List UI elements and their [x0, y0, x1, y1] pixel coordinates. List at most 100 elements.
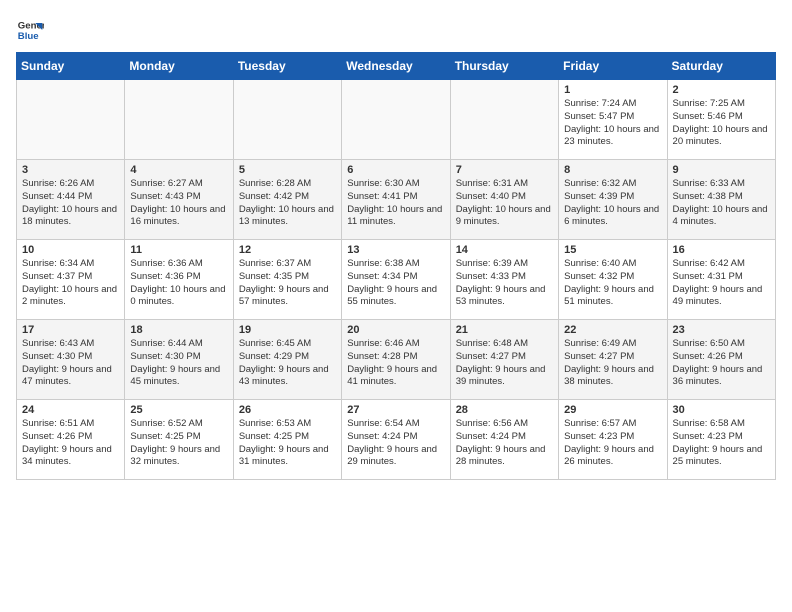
day-number: 7	[456, 164, 553, 176]
day-number: 17	[22, 324, 119, 336]
calendar-cell: 14Sunrise: 6:39 AM Sunset: 4:33 PM Dayli…	[450, 240, 558, 320]
day-number: 19	[239, 324, 336, 336]
calendar-cell: 13Sunrise: 6:38 AM Sunset: 4:34 PM Dayli…	[342, 240, 450, 320]
day-info: Sunrise: 6:49 AM Sunset: 4:27 PM Dayligh…	[564, 338, 661, 389]
calendar-cell	[342, 80, 450, 160]
logo-icon: General Blue	[16, 16, 44, 44]
logo: General Blue	[16, 16, 48, 44]
day-number: 8	[564, 164, 661, 176]
calendar-cell	[450, 80, 558, 160]
calendar-cell	[233, 80, 341, 160]
day-info: Sunrise: 6:46 AM Sunset: 4:28 PM Dayligh…	[347, 338, 444, 389]
calendar-cell: 9 Sunrise: 6:33 AM Sunset: 4:38 PM Daylig…	[667, 160, 775, 240]
calendar-cell: 18 Sunrise: 6:44 AM Sunset: 4:30 PM Dayli…	[125, 320, 233, 400]
day-number: 4	[130, 164, 227, 176]
calendar: SundayMondayTuesdayWednesdayThursdayFrid…	[16, 52, 776, 480]
calendar-cell: 8 Sunrise: 6:32 AM Sunset: 4:39 PM Daylig…	[559, 160, 667, 240]
calendar-cell: 29 Sunrise: 6:57 AM Sunset: 4:23 PM Dayli…	[559, 400, 667, 480]
calendar-cell: 19Sunrise: 6:45 AM Sunset: 4:29 PM Dayli…	[233, 320, 341, 400]
day-info: Sunrise: 6:54 AM Sunset: 4:24 PM Dayligh…	[347, 418, 444, 469]
day-number: 20	[347, 324, 444, 336]
day-info: Sunrise: 6:31 AM Sunset: 4:40 PM Dayligh…	[456, 178, 553, 229]
day-info: Sunrise: 6:57 AM Sunset: 4:23 PM Dayligh…	[564, 418, 661, 469]
day-info: Sunrise: 6:52 AM Sunset: 4:25 PM Dayligh…	[130, 418, 227, 469]
calendar-cell: 16 Sunrise: 6:42 AM Sunset: 4:31 PM Dayli…	[667, 240, 775, 320]
calendar-cell: 3 Sunrise: 6:26 AM Sunset: 4:44 PM Daylig…	[17, 160, 125, 240]
calendar-cell: 17 Sunrise: 6:43 AM Sunset: 4:30 PM Dayli…	[17, 320, 125, 400]
calendar-cell: 25 Sunrise: 6:52 AM Sunset: 4:25 PM Dayli…	[125, 400, 233, 480]
day-number: 11	[130, 244, 227, 256]
calendar-cell: 23 Sunrise: 6:50 AM Sunset: 4:26 PM Dayli…	[667, 320, 775, 400]
col-header-wednesday: Wednesday	[342, 53, 450, 80]
col-header-tuesday: Tuesday	[233, 53, 341, 80]
day-number: 6	[347, 164, 444, 176]
day-number: 27	[347, 404, 444, 416]
calendar-cell: 5 Sunrise: 6:28 AM Sunset: 4:42 PM Daylig…	[233, 160, 341, 240]
day-number: 10	[22, 244, 119, 256]
day-number: 14	[456, 244, 553, 256]
day-info: Sunrise: 6:50 AM Sunset: 4:26 PM Dayligh…	[673, 338, 770, 389]
day-info: Sunrise: 6:42 AM Sunset: 4:31 PM Dayligh…	[673, 258, 770, 309]
day-number: 2	[673, 84, 770, 96]
day-number: 12	[239, 244, 336, 256]
calendar-cell: 27 Sunrise: 6:54 AM Sunset: 4:24 PM Dayli…	[342, 400, 450, 480]
day-number: 15	[564, 244, 661, 256]
day-number: 16	[673, 244, 770, 256]
calendar-cell: 2 Sunrise: 7:25 AM Sunset: 5:46 PM Daylig…	[667, 80, 775, 160]
day-info: Sunrise: 7:25 AM Sunset: 5:46 PM Dayligh…	[673, 98, 770, 149]
day-info: Sunrise: 6:58 AM Sunset: 4:23 PM Dayligh…	[673, 418, 770, 469]
day-number: 23	[673, 324, 770, 336]
col-header-friday: Friday	[559, 53, 667, 80]
day-info: Sunrise: 6:34 AM Sunset: 4:37 PM Dayligh…	[22, 258, 119, 309]
calendar-week-row: 17 Sunrise: 6:43 AM Sunset: 4:30 PM Dayli…	[17, 320, 776, 400]
day-info: Sunrise: 6:26 AM Sunset: 4:44 PM Dayligh…	[22, 178, 119, 229]
calendar-cell: 6 Sunrise: 6:30 AM Sunset: 4:41 PM Daylig…	[342, 160, 450, 240]
svg-text:Blue: Blue	[18, 31, 39, 42]
day-info: Sunrise: 7:24 AM Sunset: 5:47 PM Dayligh…	[564, 98, 661, 149]
calendar-cell: 10 Sunrise: 6:34 AM Sunset: 4:37 PM Dayli…	[17, 240, 125, 320]
col-header-thursday: Thursday	[450, 53, 558, 80]
day-number: 29	[564, 404, 661, 416]
calendar-header-row: SundayMondayTuesdayWednesdayThursdayFrid…	[17, 53, 776, 80]
calendar-cell: 28 Sunrise: 6:56 AM Sunset: 4:24 PM Dayli…	[450, 400, 558, 480]
day-info: Sunrise: 6:48 AM Sunset: 4:27 PM Dayligh…	[456, 338, 553, 389]
day-info: Sunrise: 6:56 AM Sunset: 4:24 PM Dayligh…	[456, 418, 553, 469]
day-number: 9	[673, 164, 770, 176]
day-number: 18	[130, 324, 227, 336]
calendar-cell: 1 Sunrise: 7:24 AM Sunset: 5:47 PM Daylig…	[559, 80, 667, 160]
day-number: 22	[564, 324, 661, 336]
day-number: 3	[22, 164, 119, 176]
calendar-cell: 30 Sunrise: 6:58 AM Sunset: 4:23 PM Dayli…	[667, 400, 775, 480]
calendar-cell: 11 Sunrise: 6:36 AM Sunset: 4:36 PM Dayli…	[125, 240, 233, 320]
header: General Blue	[16, 16, 776, 44]
calendar-cell: 7 Sunrise: 6:31 AM Sunset: 4:40 PM Daylig…	[450, 160, 558, 240]
calendar-cell: 21 Sunrise: 6:48 AM Sunset: 4:27 PM Dayli…	[450, 320, 558, 400]
day-number: 21	[456, 324, 553, 336]
day-info: Sunrise: 6:43 AM Sunset: 4:30 PM Dayligh…	[22, 338, 119, 389]
calendar-cell: 22 Sunrise: 6:49 AM Sunset: 4:27 PM Dayli…	[559, 320, 667, 400]
day-info: Sunrise: 6:28 AM Sunset: 4:42 PM Dayligh…	[239, 178, 336, 229]
day-info: Sunrise: 6:36 AM Sunset: 4:36 PM Dayligh…	[130, 258, 227, 309]
col-header-sunday: Sunday	[17, 53, 125, 80]
col-header-monday: Monday	[125, 53, 233, 80]
day-info: Sunrise: 6:53 AM Sunset: 4:25 PM Dayligh…	[239, 418, 336, 469]
day-number: 25	[130, 404, 227, 416]
calendar-cell	[17, 80, 125, 160]
day-info: Sunrise: 6:44 AM Sunset: 4:30 PM Dayligh…	[130, 338, 227, 389]
day-info: Sunrise: 6:40 AM Sunset: 4:32 PM Dayligh…	[564, 258, 661, 309]
calendar-cell: 12 Sunrise: 6:37 AM Sunset: 4:35 PM Dayli…	[233, 240, 341, 320]
day-number: 5	[239, 164, 336, 176]
day-number: 28	[456, 404, 553, 416]
calendar-cell	[125, 80, 233, 160]
day-info: Sunrise: 6:37 AM Sunset: 4:35 PM Dayligh…	[239, 258, 336, 309]
day-number: 30	[673, 404, 770, 416]
day-number: 1	[564, 84, 661, 96]
calendar-cell: 20 Sunrise: 6:46 AM Sunset: 4:28 PM Dayli…	[342, 320, 450, 400]
calendar-cell: 15 Sunrise: 6:40 AM Sunset: 4:32 PM Dayli…	[559, 240, 667, 320]
day-info: Sunrise: 6:32 AM Sunset: 4:39 PM Dayligh…	[564, 178, 661, 229]
calendar-week-row: 3 Sunrise: 6:26 AM Sunset: 4:44 PM Daylig…	[17, 160, 776, 240]
day-info: Sunrise: 6:51 AM Sunset: 4:26 PM Dayligh…	[22, 418, 119, 469]
day-info: Sunrise: 6:30 AM Sunset: 4:41 PM Dayligh…	[347, 178, 444, 229]
calendar-cell: 4Sunrise: 6:27 AM Sunset: 4:43 PM Daylig…	[125, 160, 233, 240]
day-info: Sunrise: 6:33 AM Sunset: 4:38 PM Dayligh…	[673, 178, 770, 229]
